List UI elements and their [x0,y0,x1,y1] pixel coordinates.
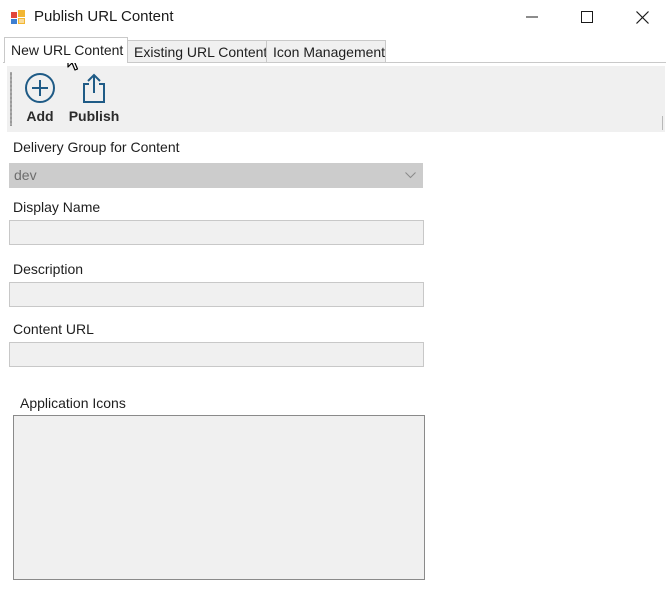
minimize-icon [526,16,538,18]
tab-label: New URL Content [11,42,124,58]
app-icon [11,10,25,24]
close-icon [635,10,649,24]
add-button[interactable]: Add [21,72,59,130]
tab-label: Icon Management [273,44,386,60]
tab-strip: New URL Content Existing URL Content Ico… [0,37,669,63]
add-button-label: Add [26,108,54,124]
maximize-icon [581,11,593,23]
tab-icon-management[interactable]: Icon Management [266,40,386,62]
description-label: Description [13,261,84,277]
chevron-down-icon [405,172,416,179]
share-upload-icon [83,73,105,103]
publish-button-label: Publish [68,108,120,124]
toolbar-grip[interactable] [10,72,12,126]
content-url-label: Content URL [13,321,94,337]
title-bar: Publish URL Content [0,0,669,34]
application-icons-list[interactable] [13,415,425,580]
close-button[interactable] [615,0,669,34]
minimize-button[interactable] [505,0,559,34]
description-field[interactable] [9,282,424,307]
tab-existing-url-content[interactable]: Existing URL Content [127,40,267,62]
tab-new-url-content[interactable]: New URL Content [4,37,128,63]
publish-button[interactable]: Publish [66,72,122,130]
delivery-group-label: Delivery Group for Content [13,139,180,155]
toolbar-divider [662,116,663,130]
content-url-field[interactable] [9,342,424,367]
delivery-group-select[interactable]: dev [9,163,423,188]
tab-label: Existing URL Content [134,44,268,60]
maximize-button[interactable] [560,0,614,34]
application-icons-label: Application Icons [20,395,126,411]
display-name-field[interactable] [9,220,424,245]
display-name-label: Display Name [13,199,101,215]
toolbar: Add Publish [7,66,665,132]
add-circle-icon [25,73,55,103]
delivery-group-value: dev [14,167,37,183]
window-title: Publish URL Content [34,8,174,25]
